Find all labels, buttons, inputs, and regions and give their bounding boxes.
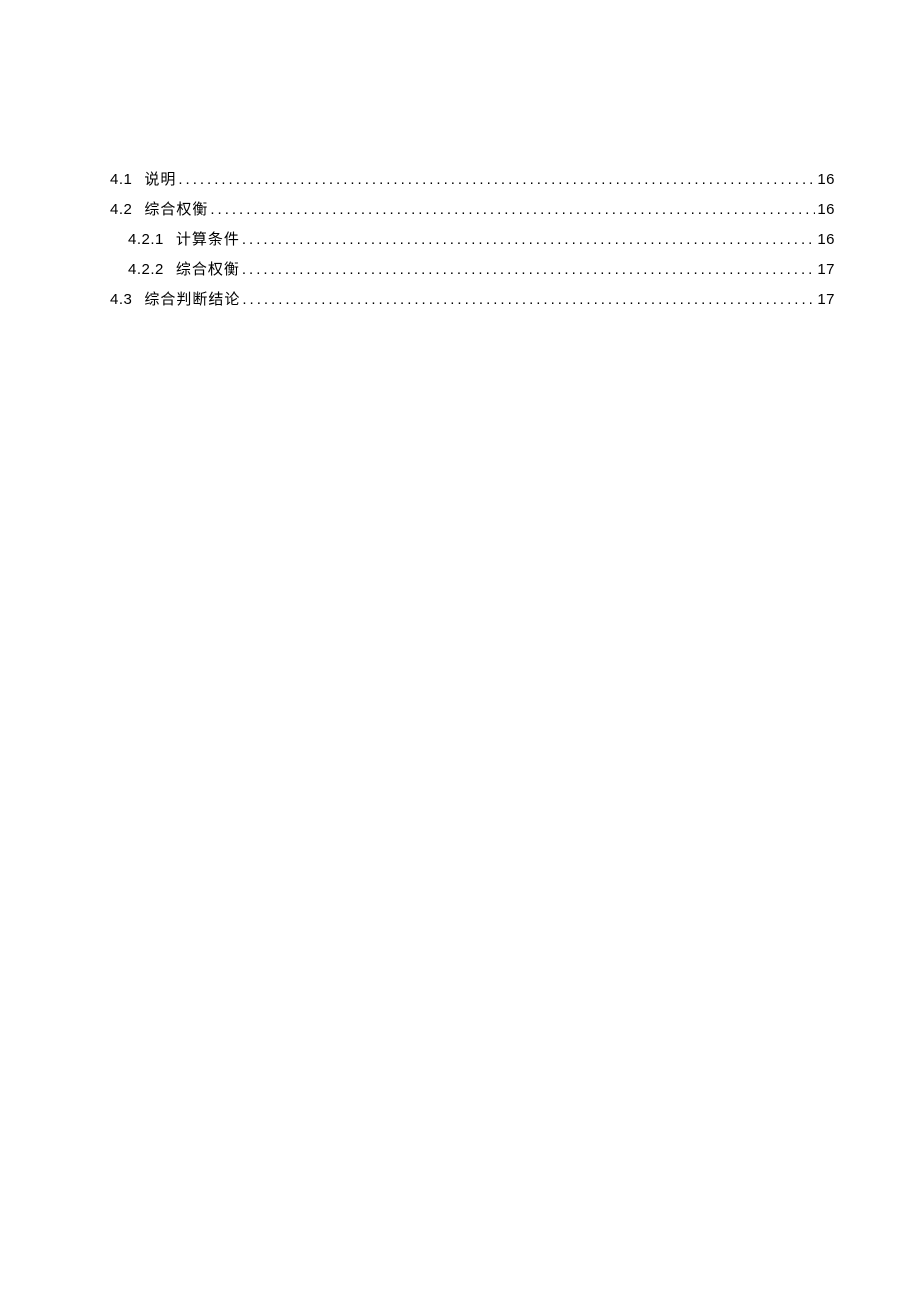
toc-number: 4.2.1	[128, 225, 164, 255]
toc-entry: 4.2.1 计算条件 16	[110, 225, 835, 255]
toc-number: 4.3	[110, 285, 132, 315]
toc-dots	[178, 165, 815, 195]
toc-title: 综合判断结论	[144, 285, 240, 315]
toc-page: 17	[817, 285, 835, 315]
toc-dots	[210, 195, 815, 225]
toc-entry: 4.1 说明 16	[110, 165, 835, 195]
toc-title: 说明	[144, 165, 176, 195]
toc-title: 综合权衡	[144, 195, 208, 225]
toc-number: 4.2	[110, 195, 132, 225]
toc-page: 16	[817, 195, 835, 225]
toc-dots	[242, 255, 815, 285]
toc-number: 4.2.2	[128, 255, 164, 285]
toc-page: 16	[817, 225, 835, 255]
toc-title: 计算条件	[176, 225, 240, 255]
table-of-contents: 4.1 说明 16 4.2 综合权衡 16 4.2.1 计算条件 16 4.2.…	[110, 165, 835, 315]
toc-entry: 4.2.2 综合权衡 17	[110, 255, 835, 285]
toc-number: 4.1	[110, 165, 132, 195]
toc-entry: 4.2 综合权衡 16	[110, 195, 835, 225]
toc-title: 综合权衡	[176, 255, 240, 285]
toc-dots	[242, 285, 815, 315]
toc-dots	[242, 225, 815, 255]
toc-entry: 4.3 综合判断结论 17	[110, 285, 835, 315]
toc-page: 16	[817, 165, 835, 195]
toc-page: 17	[817, 255, 835, 285]
